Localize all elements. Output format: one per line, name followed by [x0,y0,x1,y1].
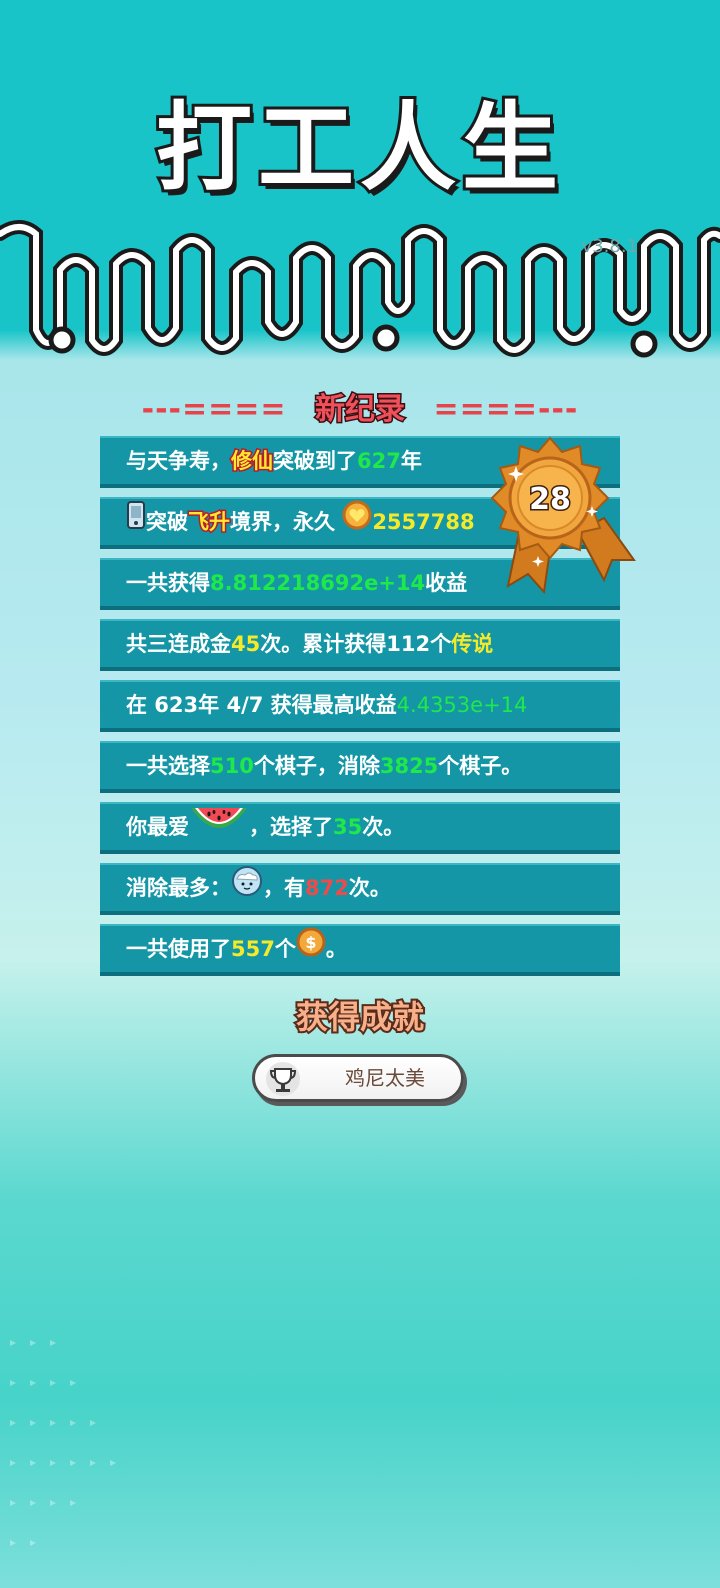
achievement-heading: 获得成就 [294,996,426,1038]
row-text: 在 623年 4/7 获得最高收益 [126,693,397,717]
stat-row-triple-gold: 共三连成金45次。累计获得112个传说 [100,619,620,671]
row-text: 个 [430,632,452,656]
stat-row-max-income: 在 623年 4/7 获得最高收益4.4353e+14 [100,680,620,732]
trophy-icon [266,1062,300,1096]
row-text: 年 [400,449,422,473]
new-record-label: 新纪录 [314,391,407,429]
row-text: 一共获得 [126,571,210,595]
new-record-heading: ---==== 新纪录 ====--- [0,384,720,429]
dash-right: ====--- [433,392,579,427]
value-text: 557 [231,937,275,961]
achievement-badge[interactable]: 鸡尼太美 [252,1054,464,1102]
stat-row-coins-used: 一共使用了557个 $ 。 [100,924,620,976]
row-text: 一共使用了 [126,937,231,961]
row-text: 个 [274,937,296,961]
value-text: 510 [210,754,254,778]
value-text: 627 [357,449,401,473]
dash-left: ---==== [141,392,287,427]
row-text: 次。 [348,876,391,900]
highlight-text: 修仙 [230,448,275,475]
value-text: 2557788 [372,510,475,534]
dollar-coin-icon: $ [296,927,326,972]
row-text: 与天争寿， [126,449,231,473]
value-text: 35 [333,815,363,839]
value-text: 112 [386,632,431,656]
highlight-text: 飞升 [187,509,232,536]
value-text: 4.4353e+14 [396,693,528,717]
legend-text: 传说 [451,632,494,656]
row-text: 收益 [425,571,468,595]
row-text: 次。 [362,815,405,839]
cloud-face-icon [231,865,263,911]
stat-row-most-eliminated: 消除最多： ，有872次。 [100,863,620,915]
stat-row-pieces: 一共选择510个棋子，消除3825个棋子。 [100,741,620,793]
medal-number: 28 [529,482,571,517]
value-text: 45 [231,632,261,656]
row-text: 突破 [146,510,188,534]
value-text: 8.812218692e+14 [210,571,426,595]
row-text: 个棋子，消除 [253,754,380,778]
watermelon-icon [189,804,249,850]
highlight-text: 三连成金 [147,632,231,656]
row-text: 境界，永久 [230,510,335,534]
row-text: 个棋子。 [438,754,523,778]
header: 打工人生 v3.8.1 [0,0,720,380]
row-text: 一共选择 [126,754,210,778]
stat-row-favorite: 你最爱 ，选择了35次。 [100,802,620,854]
background-pattern [10,1340,116,1546]
row-text: ，有 [263,876,305,900]
row-text: 消除最多： [126,876,231,900]
version-label: v3.8.1 [581,236,638,257]
phone-icon [126,500,146,545]
achievement-badge-label: 鸡尼太美 [345,1066,425,1090]
svg-text:$: $ [305,933,316,952]
drip-decoration [0,220,720,358]
row-text: 次。累计获得 [260,632,387,656]
row-text: 你最爱 [126,815,189,839]
row-text: 突破到了 [273,449,357,473]
game-title: 打工人生 [153,89,564,207]
value-text: 3825 [379,754,439,778]
heart-coin-icon [342,500,372,545]
row-text: 共 [126,632,147,656]
row-text: 。 [325,937,347,961]
medal-icon: 28 [490,436,636,595]
row-text: ，选择了 [249,815,333,839]
value-text: 872 [305,876,349,900]
